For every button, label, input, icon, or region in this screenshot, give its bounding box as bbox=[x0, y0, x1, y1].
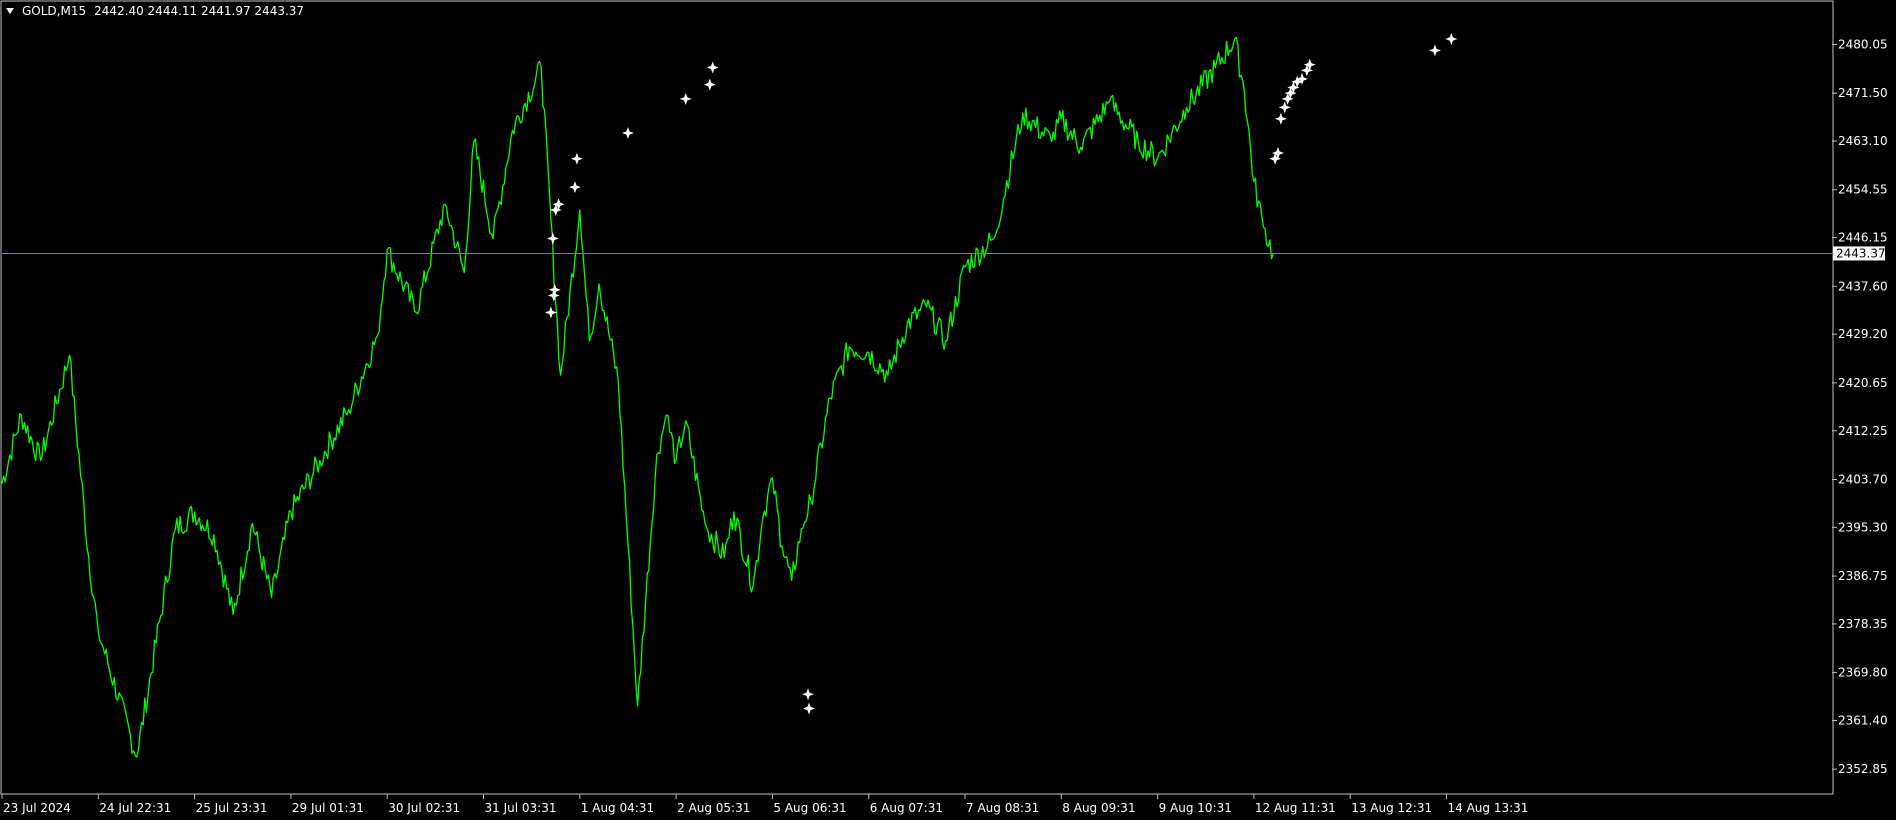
x-tick-label: 8 Aug 09:31 bbox=[1062, 801, 1135, 815]
current-price-label: 2443.37 bbox=[1836, 246, 1886, 260]
x-tick-label: 12 Aug 11:31 bbox=[1255, 801, 1336, 815]
signal-star-marker bbox=[1445, 33, 1458, 46]
y-tick-label: 2369.80 bbox=[1838, 666, 1888, 680]
x-tick-label: 6 Aug 07:31 bbox=[870, 801, 943, 815]
signal-star-marker bbox=[706, 61, 719, 74]
x-tick-label: 24 Jul 22:31 bbox=[99, 801, 171, 815]
y-tick-label: 2463.10 bbox=[1838, 134, 1888, 148]
x-tick-label: 14 Aug 13:31 bbox=[1448, 801, 1529, 815]
plot-frame bbox=[0, 0, 1834, 795]
signal-star-marker bbox=[679, 92, 692, 105]
y-tick-label: 2403.70 bbox=[1838, 472, 1888, 486]
signal-star-marker bbox=[802, 702, 815, 715]
y-tick-label: 2361.40 bbox=[1838, 713, 1888, 727]
x-tick-label: 25 Jul 23:31 bbox=[196, 801, 268, 815]
x-tick-label: 5 Aug 06:31 bbox=[773, 801, 846, 815]
x-tick-label: 13 Aug 12:31 bbox=[1351, 801, 1432, 815]
price-chart[interactable]: 2480.05 2471.50 2463.10 2454.55 2446.15 2437.… bbox=[0, 0, 1896, 820]
signal-star-marker bbox=[1274, 112, 1287, 125]
x-tick-label: 23 Jul 2024 bbox=[3, 801, 71, 815]
x-tick-label: 30 Jul 02:31 bbox=[388, 801, 460, 815]
x-axis: 23 Jul 2024 24 Jul 22:31 25 Jul 23:31 29 Ju… bbox=[1, 794, 1529, 815]
price-line bbox=[1, 36, 1274, 758]
y-tick-label: 2446.15 bbox=[1838, 231, 1888, 245]
current-price: 2443.37 bbox=[2, 246, 1886, 260]
y-tick-label: 2395.30 bbox=[1838, 520, 1888, 534]
signal-markers bbox=[544, 33, 1458, 715]
y-tick-label: 2471.50 bbox=[1838, 86, 1888, 100]
x-tick-label: 31 Jul 03:31 bbox=[485, 801, 557, 815]
y-tick-label: 2378.35 bbox=[1838, 617, 1888, 631]
x-tick-label: 2 Aug 05:31 bbox=[677, 801, 750, 815]
y-tick-label: 2437.60 bbox=[1838, 279, 1888, 293]
signal-star-marker bbox=[544, 306, 557, 319]
signal-star-marker bbox=[546, 232, 559, 245]
y-tick-label: 2454.55 bbox=[1838, 183, 1888, 197]
x-tick-label: 1 Aug 04:31 bbox=[581, 801, 654, 815]
x-tick-label: 7 Aug 08:31 bbox=[966, 801, 1039, 815]
y-axis: 2480.05 2471.50 2463.10 2454.55 2446.15 2437.… bbox=[1832, 37, 1888, 776]
price-series bbox=[1, 36, 1274, 758]
y-tick-label: 2352.85 bbox=[1838, 762, 1888, 776]
y-tick-label: 2386.75 bbox=[1838, 569, 1888, 583]
signal-star-marker bbox=[568, 181, 581, 194]
signal-star-marker bbox=[1428, 44, 1441, 57]
signal-star-marker bbox=[1278, 101, 1291, 114]
y-tick-label: 2420.65 bbox=[1838, 376, 1888, 390]
y-tick-label: 2412.25 bbox=[1838, 424, 1888, 438]
signal-star-marker bbox=[547, 289, 560, 302]
signal-star-marker bbox=[621, 127, 634, 140]
x-tick-label: 29 Jul 01:31 bbox=[292, 801, 364, 815]
x-tick-label: 9 Aug 10:31 bbox=[1159, 801, 1232, 815]
signal-star-marker bbox=[570, 152, 583, 165]
y-tick-label: 2480.05 bbox=[1838, 37, 1888, 51]
signal-star-marker bbox=[703, 78, 716, 91]
signal-star-marker bbox=[802, 688, 815, 701]
y-tick-label: 2429.20 bbox=[1838, 327, 1888, 341]
